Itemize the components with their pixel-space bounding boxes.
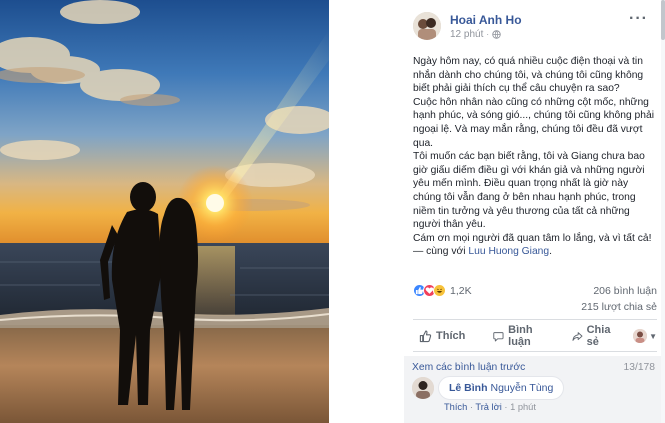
comment-button[interactable]: Bình luận <box>493 324 549 348</box>
post-stats: 1,2K 206 bình luận 215 lượt chia sẻ <box>413 284 657 316</box>
comment-label: Bình luận <box>508 324 533 348</box>
tagged-suffix: . <box>549 246 553 258</box>
comment-bubble: Lê Bình Nguyễn Tùng <box>438 376 565 400</box>
comment-actions: Thích · Trả lời · 1 phút <box>444 402 536 412</box>
meta-separator: · <box>486 30 490 39</box>
share-count-link[interactable]: 215 lượt chia sẻ <box>581 301 657 313</box>
comment-count-link[interactable]: 206 bình luận <box>593 285 657 297</box>
comment-pagination: 13/178 <box>623 362 656 373</box>
author-avatar[interactable] <box>413 12 441 40</box>
comment-reply-link[interactable]: Trả lời <box>475 402 501 412</box>
comment-like-link[interactable]: Thích <box>444 402 467 412</box>
reactions-summary[interactable]: 1,2K <box>413 284 472 297</box>
post-body: Ngày hôm nay, có quá nhiều cuộc điện tho… <box>413 55 657 259</box>
post-header: Hoai Anh Ho 12 phút · ··· <box>329 0 665 44</box>
post-paragraph: Cám ơn mọi người đã quan tâm lo lắng, và… <box>413 232 657 259</box>
view-previous-comments-link[interactable]: Xem các bình luận trước <box>412 362 525 373</box>
share-button[interactable]: Chia sẻ <box>572 324 619 348</box>
share-icon <box>572 331 583 341</box>
post-paragraph: Tôi muốn các bạn biết rằng, tôi và Giang… <box>413 151 645 231</box>
post-time[interactable]: 12 phút <box>450 29 483 40</box>
post-actions: Thích Bình luận Chia sẻ ▼ <box>413 322 657 350</box>
comment-mention-link[interactable]: Nguyễn Tùng <box>491 382 554 394</box>
commenter-name[interactable]: Lê Bình <box>449 382 488 394</box>
chevron-down-icon: ▼ <box>649 331 657 341</box>
reaction-count: 1,2K <box>450 284 472 297</box>
scrollbar[interactable] <box>661 0 665 423</box>
post-panel: Hoai Anh Ho 12 phút · ··· Ngày hôm nay, … <box>329 0 665 423</box>
globe-icon[interactable] <box>492 30 501 39</box>
reaction-identity-selector[interactable]: ▼ <box>633 329 657 343</box>
like-button[interactable]: Thích <box>419 330 465 343</box>
with-prefix: — cùng với <box>413 246 469 258</box>
haha-reaction-icon <box>433 284 446 297</box>
tagged-user-link[interactable]: Luu Huong Giang <box>468 246 549 257</box>
post-paragraph: Cuộc hôn nhân nào cũng có những cột mốc,… <box>413 96 655 149</box>
post-photo[interactable] <box>0 0 329 423</box>
post-options-button[interactable]: ··· <box>629 10 648 28</box>
separator: · <box>501 402 511 412</box>
post-closing-text: Cám ơn mọi người đã quan tâm lo lắng, và… <box>413 232 652 244</box>
post-meta: 12 phút · <box>450 29 501 40</box>
comment-time[interactable]: 1 phút <box>510 402 536 412</box>
comments-section: Xem các bình luận trước 13/178 Lê Bình N… <box>404 356 665 423</box>
divider <box>413 351 657 352</box>
comment-icon <box>493 331 504 341</box>
scrollbar-thumb[interactable] <box>661 0 665 40</box>
post-paragraph: Ngày hôm nay, có quá nhiều cuộc điện tho… <box>413 56 644 95</box>
author-name[interactable]: Hoai Anh Ho <box>450 13 522 27</box>
sunset-couple-photo <box>0 0 329 423</box>
like-label: Thích <box>436 330 466 342</box>
current-user-avatar <box>633 329 648 343</box>
thumbs-up-icon <box>419 330 432 342</box>
divider <box>413 319 657 320</box>
commenter-avatar[interactable] <box>412 377 434 399</box>
share-label: Chia sẻ <box>586 324 611 348</box>
